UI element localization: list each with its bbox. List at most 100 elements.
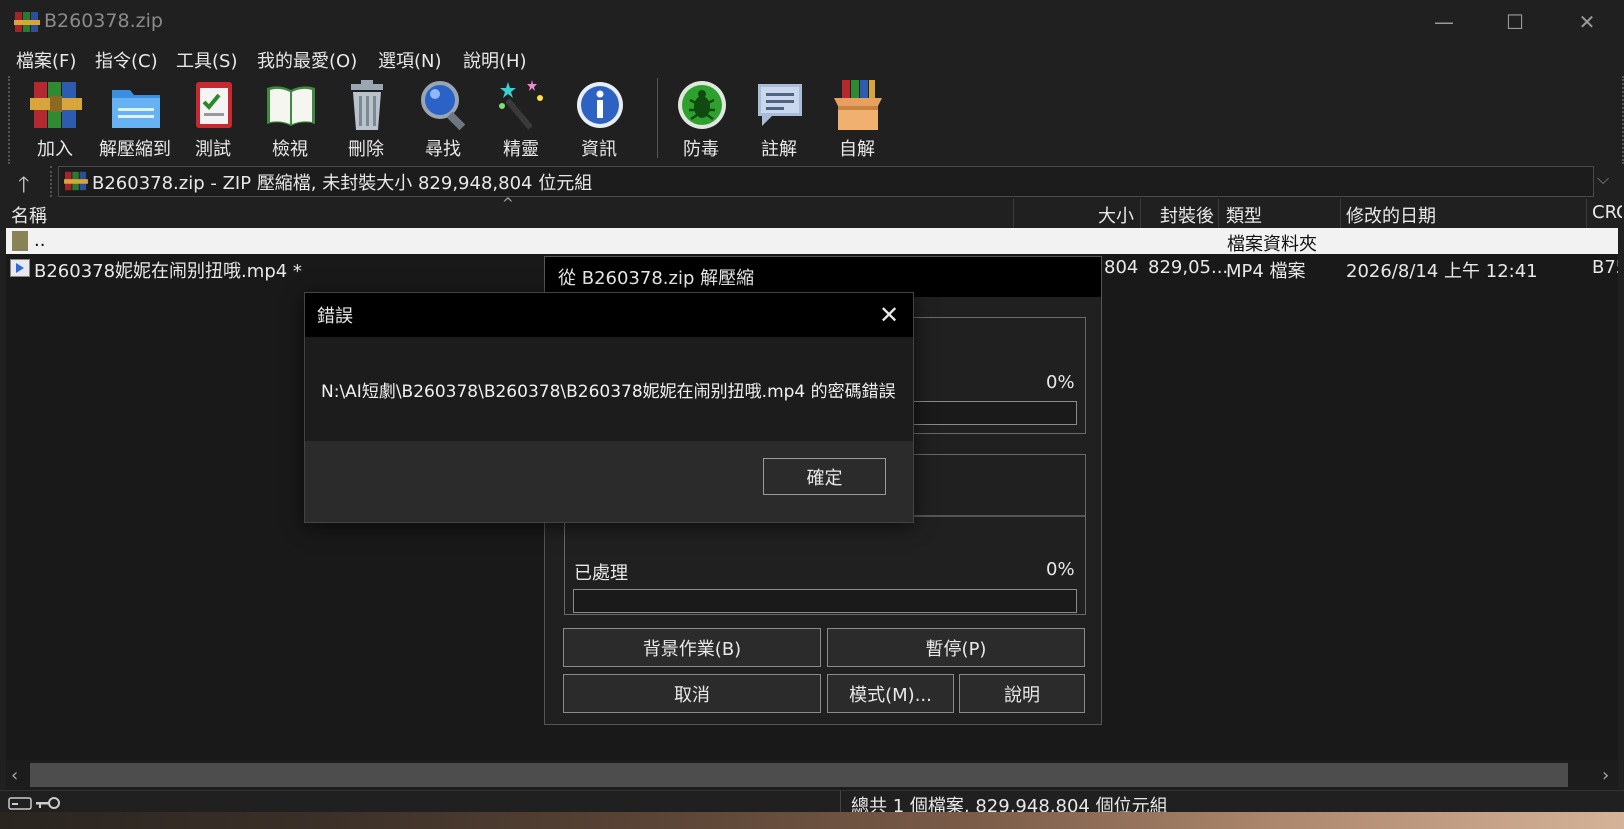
pause-button[interactable]: 暫停(P) (827, 628, 1085, 667)
extract-to-button[interactable]: 解壓縮到 (96, 78, 174, 162)
error-dialog-footer: 確定 (305, 441, 913, 522)
item-type: 檔案資料夾 (1227, 234, 1317, 255)
winrar-window: B260378.zip — ☐ ✕ 檔案(F) 指令(C) 工具(S) 我的最愛… (0, 0, 1624, 829)
add-icon (30, 82, 82, 128)
folder-icon (12, 231, 28, 251)
delete-button[interactable]: 刪除 (327, 78, 405, 162)
extract-dialog-title-bar: 從 B260378.zip 解壓縮 (545, 257, 1101, 297)
close-button[interactable]: ✕ (1552, 0, 1622, 44)
item-crc: B75 (1592, 257, 1618, 278)
sfx-icon (834, 80, 882, 130)
test-label: 測試 (195, 139, 231, 160)
processed-label: 已處理 (574, 563, 628, 584)
add-button[interactable]: 加入 (16, 78, 94, 162)
comment-label: 註解 (761, 139, 797, 160)
column-type[interactable]: 類型 (1226, 202, 1262, 228)
info-button[interactable]: 資訊 (560, 78, 638, 162)
find-label: 尋找 (425, 139, 461, 160)
info-icon (577, 82, 623, 128)
error-message: N:\AI短劇\B260378\B260378\B260378妮妮在闹别扭哦.m… (321, 382, 896, 402)
window-title: B260378.zip (44, 10, 163, 32)
extract-icon (112, 90, 160, 128)
address-separator (50, 166, 52, 197)
error-dialog-title-bar: 錯誤 ✕ (305, 293, 913, 337)
info-label: 資訊 (581, 139, 617, 160)
winrar-icon (14, 12, 40, 32)
wizard-label: 精靈 (503, 139, 539, 160)
address-text: B260378.zip - ZIP 壓縮檔, 未封裝大小 829,948,804… (92, 173, 593, 194)
address-bar[interactable]: B260378.zip - ZIP 壓縮檔, 未封裝大小 829,948,804… (58, 166, 1594, 197)
item-size: 804 (1104, 257, 1139, 278)
item-name: B260378妮妮在闹别扭哦.mp4 * (34, 261, 302, 282)
desktop-background (0, 812, 1624, 829)
sfx-button[interactable]: 自解 (818, 78, 896, 162)
view-button[interactable]: 檢視 (251, 78, 329, 162)
menu-favorites[interactable]: 我的最愛(O) (257, 47, 357, 73)
error-dialog-title: 錯誤 (317, 306, 353, 327)
minimize-button[interactable]: — (1409, 0, 1479, 44)
virus-icon (678, 81, 726, 129)
mode-button[interactable]: 模式(M)... (827, 674, 954, 713)
column-size[interactable]: 大小 (1098, 202, 1134, 228)
column-name[interactable]: 名稱 (11, 202, 47, 228)
item-modified: 2026/8/14 上午 12:41 (1346, 261, 1538, 282)
extract-to-label: 解壓縮到 (99, 139, 171, 160)
comment-button[interactable]: 註解 (740, 78, 818, 162)
help-button[interactable]: 說明 (959, 674, 1085, 713)
scrollbar-thumb[interactable] (30, 763, 1568, 787)
menu-file[interactable]: 檔案(F) (16, 47, 76, 73)
item-packed: 829,05... (1148, 257, 1229, 278)
view-label: 檢視 (272, 139, 308, 160)
file-percent: 0% (1046, 372, 1075, 393)
item-name: .. (34, 230, 46, 251)
find-button[interactable]: 尋找 (404, 78, 482, 162)
up-arrow-icon[interactable]: 🡑 (18, 168, 42, 198)
sfx-label: 自解 (839, 139, 875, 160)
sort-caret-icon: ^ (502, 196, 514, 212)
toolbar: 加入 解壓縮到 測試 檢視 刪除 尋找 精靈 資訊 防毒 註解 自解 (8, 76, 1624, 164)
menu-tools[interactable]: 工具(S) (176, 47, 237, 73)
add-label: 加入 (37, 139, 73, 160)
cancel-button[interactable]: 取消 (563, 674, 821, 713)
background-button[interactable]: 背景作業(B) (563, 628, 821, 667)
chevron-down-icon[interactable]: ⌵ (1597, 169, 1609, 189)
error-dialog-body: N:\AI短劇\B260378\B260378\B260378妮妮在闹别扭哦.m… (305, 337, 913, 441)
key-icon (36, 797, 60, 809)
comment-icon (758, 84, 802, 126)
virus-scan-label: 防毒 (683, 139, 719, 160)
toolbar-separator (657, 78, 658, 158)
processed-percent: 0% (1046, 559, 1075, 580)
column-modified[interactable]: 修改的日期 (1346, 202, 1436, 228)
delete-label: 刪除 (348, 139, 384, 160)
scroll-left-icon[interactable]: ‹ (11, 765, 18, 786)
horizontal-scrollbar[interactable]: ‹ › (6, 760, 1618, 790)
column-crc[interactable]: CRC (1592, 202, 1622, 223)
column-packed[interactable]: 封裝後 (1160, 202, 1214, 228)
ok-button[interactable]: 確定 (763, 458, 886, 495)
error-dialog: 錯誤 ✕ N:\AI短劇\B260378\B260378\B260378妮妮在闹… (304, 292, 914, 523)
test-icon (196, 82, 232, 128)
find-icon (421, 81, 466, 131)
menu-help[interactable]: 說明(H) (463, 47, 527, 73)
menu-commands[interactable]: 指令(C) (95, 47, 158, 73)
test-button[interactable]: 測試 (174, 78, 252, 162)
processed-progress-bar (573, 589, 1077, 613)
title-bar: B260378.zip — ☐ ✕ (0, 0, 1624, 44)
address-row: 🡑 B260378.zip - ZIP 壓縮檔, 未封裝大小 829,948,8… (0, 164, 1624, 199)
status-bar: 總共 1 個檔案, 829,948,804 個位元組 (0, 790, 1624, 817)
scroll-right-icon[interactable]: › (1602, 765, 1609, 786)
close-icon[interactable]: ✕ (873, 300, 905, 332)
video-file-icon (10, 259, 30, 277)
extract-dialog-title: 從 B260378.zip 解壓縮 (558, 268, 755, 289)
winrar-icon (64, 171, 88, 191)
item-type: MP4 檔案 (1226, 261, 1306, 282)
menu-options[interactable]: 選項(N) (378, 47, 442, 73)
menu-bar: 檔案(F) 指令(C) 工具(S) 我的最愛(O) 選項(N) 說明(H) (0, 44, 1624, 76)
list-item[interactable]: .. 檔案資料夾 (6, 228, 1618, 255)
wizard-button[interactable]: 精靈 (482, 78, 560, 162)
maximize-button[interactable]: ☐ (1480, 0, 1550, 44)
virus-scan-button[interactable]: 防毒 (662, 78, 740, 162)
list-header: 名稱 ^ 大小 封裝後 類型 修改的日期 CRC (0, 196, 1624, 228)
view-icon (267, 86, 315, 126)
delete-icon (351, 80, 383, 130)
